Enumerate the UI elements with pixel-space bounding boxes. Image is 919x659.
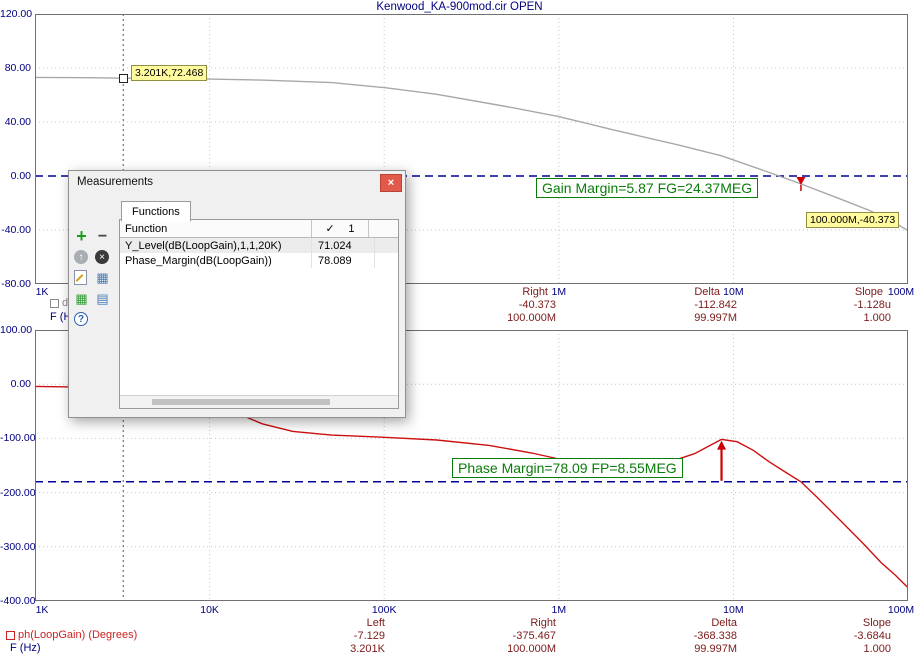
y-tick-label: 0.00 (10, 378, 31, 391)
phase-readout-delta-freq: 99.997M (694, 643, 737, 655)
phase-readout-header-delta: Delta (711, 617, 737, 629)
column-header-function[interactable]: Function (120, 220, 312, 237)
help-icon[interactable]: ? (74, 312, 88, 326)
phase-readout-header-left: Left (366, 617, 385, 629)
edit-icon[interactable] (74, 270, 87, 285)
left-cursor-point-marker[interactable] (119, 74, 128, 83)
waveform-swatch-icon (50, 298, 59, 308)
gain-margin-callout[interactable]: Gain Margin=5.87 FG=24.37MEG (536, 178, 759, 198)
move-up-icon[interactable]: ↑ (74, 250, 88, 264)
phase-readout-slope-value: -3.684u (853, 630, 891, 642)
table-header-row: Function ✓ 1 (120, 220, 398, 238)
phase-margin-callout[interactable]: Phase Margin=78.09 FP=8.55MEG (452, 458, 683, 478)
gain-readout-right-value: -40.373 (518, 299, 556, 311)
tab-functions[interactable]: Functions (121, 201, 191, 222)
phase-readout-header-right: Right (530, 617, 556, 629)
waveform-swatch-icon (6, 630, 15, 640)
phase-waveform-label[interactable]: ph(LoopGain) (Degrees) (6, 629, 137, 641)
phase-readout-header-slope: Slope (862, 617, 891, 629)
y-tick-label: 40.00 (4, 116, 31, 128)
gain-readout-header-right: Right (522, 286, 548, 298)
close-icon[interactable]: × (380, 174, 402, 192)
phase-readout-delta-value: -368.338 (693, 630, 737, 642)
phase-readout-left-freq: 3.201K (350, 643, 385, 655)
phase-x-axis-label: F (Hz) (10, 642, 41, 654)
x-tick-label: 1K (35, 286, 49, 298)
scrollbar-thumb[interactable] (152, 399, 330, 405)
y-tick-label: -200.00 (0, 486, 36, 499)
y-tick-label: -300.00 (0, 540, 36, 553)
phase-readout-right-value: -375.467 (512, 630, 556, 642)
y-tick-label: -80.00 (1, 278, 31, 290)
dialog-toolbar: + − ↑ × ▦ ▦ ▤ ? (74, 226, 114, 326)
x-tick-label: 10K (200, 604, 219, 616)
phase-readout-slope-freq: 1.000 (863, 643, 891, 655)
gain-readout-delta-value: -112.842 (694, 299, 737, 311)
gain-readout-header-slope: Slope (854, 286, 883, 298)
right-cursor-value-tag[interactable]: 100.000M,-40.373 (806, 212, 900, 228)
y-tick-label: -40.00 (1, 224, 31, 236)
measurements-dialog: Measurements × + − ↑ × ▦ ▦ ▤ ? Functions… (68, 170, 406, 418)
phase-readout-left-value: -7.129 (353, 630, 385, 642)
y-tick-label: -400.00 (0, 595, 36, 607)
x-tick-label: 100K (371, 604, 397, 616)
gain-readout-right-freq: 100.000M (507, 312, 556, 324)
y-tick-label: -100.00 (0, 432, 36, 445)
table-icon[interactable]: ▦ (95, 270, 110, 285)
table-row[interactable]: Phase_Margin(dB(LoopGain)) 78.089 (120, 253, 398, 268)
add-icon[interactable]: + (74, 226, 89, 246)
x-tick-label: 100M (887, 286, 915, 298)
x-tick-label: 1M (551, 286, 567, 298)
functions-panel: Function ✓ 1 Y_Level(dB(LoopGain),1,1,20… (119, 219, 399, 409)
dialog-titlebar[interactable]: Measurements × (69, 171, 405, 193)
y-tick-label: 100.00 (0, 324, 33, 336)
column-header-run1[interactable]: ✓ 1 (312, 220, 369, 237)
gain-margin-marker[interactable] (796, 177, 806, 185)
gain-readout-slope-freq: 1.000 (863, 312, 891, 324)
x-tick-label: 1M (551, 604, 567, 616)
list-icon[interactable]: ▤ (95, 291, 110, 306)
dialog-title-text: Measurements (77, 176, 154, 188)
delete-icon[interactable]: × (95, 250, 109, 264)
gain-readout-slope-value: -1.128u (853, 299, 891, 311)
gain-readout-delta-freq: 99.997M (694, 312, 737, 324)
plot-window-title: Kenwood_KA-900mod.cir OPEN (376, 1, 543, 13)
left-cursor-value-tag[interactable]: 3.201K,72.468 (131, 65, 208, 81)
x-tick-label: 10M (723, 286, 744, 298)
x-tick-label: 10M (723, 604, 744, 616)
y-tick-label: 0.00 (10, 170, 31, 182)
table-row[interactable]: Y_Level(dB(LoopGain),1,1,20K) 71.024 (120, 238, 398, 253)
phase-readout-right-freq: 100.000M (507, 643, 556, 655)
x-tick-label: 1K (35, 604, 49, 616)
y-tick-label: 80.00 (4, 62, 31, 74)
check-icon: ✓ (325, 223, 335, 235)
gain-readout-header-delta: Delta (694, 286, 720, 298)
export-table-icon[interactable]: ▦ (74, 291, 89, 306)
remove-icon[interactable]: − (95, 228, 110, 245)
microcap-analysis-window: Kenwood_KA-900mod.cir OPEN 120.00 80.00 40… (0, 0, 919, 659)
y-tick-label: 120.00 (0, 8, 33, 20)
horizontal-scrollbar[interactable] (120, 395, 398, 408)
x-tick-label: 100M (887, 604, 915, 616)
